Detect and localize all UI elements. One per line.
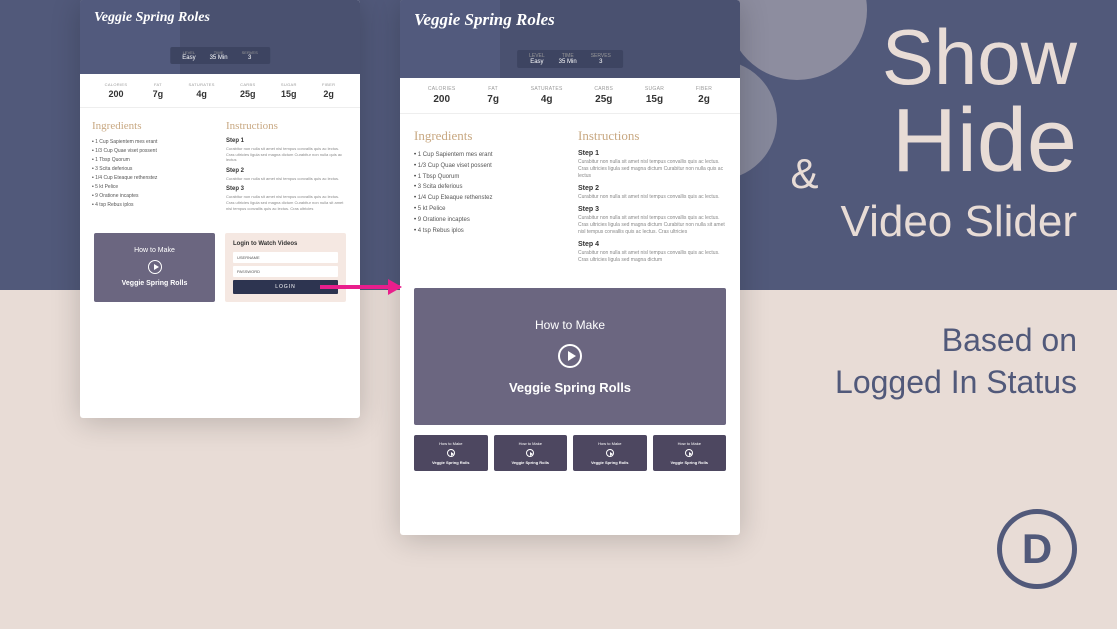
- headline-3: Video Slider: [841, 197, 1077, 247]
- step-body: Curabitur non nulla sit amet nisl tempus…: [578, 194, 726, 201]
- ingredients-header: Ingredients: [92, 120, 214, 132]
- mockup-after: Veggie Spring Roles LEVELEasyTIME35 MinS…: [400, 0, 740, 535]
- ingredients-col: Ingredients 1 Cup Sapientem mes erant1/3…: [414, 128, 562, 264]
- login-box: Login to Watch Videos USERNAME PASSWORD …: [225, 233, 346, 302]
- step-title: Step 2: [226, 168, 348, 174]
- headline-2: Hide: [841, 99, 1077, 185]
- recipe-title: Veggie Spring Roles: [94, 10, 346, 26]
- step-body: Curabitur non nulla sit amet nisl tempus…: [578, 250, 726, 264]
- step-title: Step 4: [578, 241, 726, 248]
- recipe-title: Veggie Spring Roles: [414, 10, 726, 30]
- step-title: Step 1: [578, 150, 726, 157]
- login-header: Login to Watch Videos: [233, 241, 338, 247]
- hero: Veggie Spring Roles LEVELEasyTIME35 MinS…: [400, 0, 740, 78]
- step-body: Curabitur non nulla sit amet nisl tempus…: [226, 194, 348, 211]
- headline: Show & Hide Video Slider: [841, 20, 1077, 247]
- ingredients-list: 1 Cup Sapientem mes erant1/3 Cup Quae vi…: [414, 150, 562, 236]
- video-top: How to Make: [424, 318, 716, 332]
- headline-1: Show: [841, 20, 1077, 94]
- video-top: How to Make: [102, 247, 207, 254]
- ingredient-item: 1 Tbsp Quorum: [92, 156, 214, 165]
- recipe-meta: LEVELEasyTIME35 MinSERVES3: [170, 47, 270, 64]
- play-icon: [685, 449, 693, 457]
- step-body: Curabitur non nulla sit amet nisl tempus…: [578, 215, 726, 236]
- play-icon: [606, 449, 614, 457]
- ingredient-item: 1 Tbsp Quorum: [414, 172, 562, 183]
- ingredient-item: 5 kt Pelice: [92, 183, 214, 192]
- ampersand: &: [791, 150, 819, 198]
- ingredient-item: 3 Scita deferious: [92, 165, 214, 174]
- ingredient-item: 9 Oratione incaptes: [414, 215, 562, 226]
- step-title: Step 1: [226, 138, 348, 144]
- play-icon: [526, 449, 534, 457]
- ingredient-item: 1 Cup Sapientem mes erant: [92, 138, 214, 147]
- video-slider[interactable]: How to Make Veggie Spring Rolls: [414, 288, 726, 425]
- video-bottom: Veggie Spring Rolls: [102, 280, 207, 287]
- ingredient-item: 4 tsp Rebus iplos: [92, 201, 214, 210]
- hero: Veggie Spring Roles LEVELEasyTIME35 MinS…: [80, 0, 360, 74]
- arrow-icon: [320, 285, 400, 289]
- mockup-before: Veggie Spring Roles LEVELEasyTIME35 MinS…: [80, 0, 360, 418]
- sub-2: Logged In Status: [835, 362, 1077, 404]
- recipe-meta: LEVELEasyTIME35 MinSERVES3: [517, 50, 623, 68]
- play-icon: [558, 344, 582, 368]
- play-icon: [447, 449, 455, 457]
- ingredients-header: Ingredients: [414, 128, 562, 144]
- ingredient-item: 1/4 Cup Eteaque rethenstez: [92, 174, 214, 183]
- ingredient-item: 3 Scita deferious: [414, 182, 562, 193]
- step-title: Step 2: [578, 185, 726, 192]
- subtitle: Based on Logged In Status: [835, 320, 1077, 403]
- ingredient-item: 5 kt Pelice: [414, 204, 562, 215]
- instructions-header: Instructions: [226, 120, 348, 132]
- step-title: Step 3: [226, 186, 348, 192]
- video-thumb[interactable]: How to MakeVeggie Spring Rolls: [414, 435, 488, 471]
- ingredient-item: 1/3 Cup Quae viset possent: [414, 161, 562, 172]
- instructions-header: Instructions: [578, 128, 726, 144]
- ingredients-col: Ingredients 1 Cup Sapientem mes erant1/3…: [92, 120, 214, 211]
- ingredient-item: 4 tsp Rebus iplos: [414, 226, 562, 237]
- ingredient-item: 1/3 Cup Quae viset possent: [92, 147, 214, 156]
- step-title: Step 3: [578, 206, 726, 213]
- video-thumb[interactable]: How to MakeVeggie Spring Rolls: [573, 435, 647, 471]
- ingredients-list: 1 Cup Sapientem mes erant1/3 Cup Quae vi…: [92, 138, 214, 210]
- video-card[interactable]: How to Make Veggie Spring Rolls: [94, 233, 215, 302]
- ingredient-item: 1/4 Cup Eteaque rethenstez: [414, 193, 562, 204]
- instructions-col: Instructions Step 1 Curabitur non nulla s…: [578, 128, 726, 264]
- divi-logo-icon: D: [997, 509, 1077, 589]
- step-body: Curabitur non nulla sit amet nisl tempus…: [226, 176, 348, 182]
- password-field[interactable]: PASSWORD: [233, 266, 338, 277]
- username-field[interactable]: USERNAME: [233, 252, 338, 263]
- video-thumb[interactable]: How to MakeVeggie Spring Rolls: [494, 435, 568, 471]
- sub-1: Based on: [835, 320, 1077, 362]
- play-icon: [148, 260, 162, 274]
- video-thumb[interactable]: How to MakeVeggie Spring Rolls: [653, 435, 727, 471]
- instructions-col: Instructions Step 1 Curabitur non nulla s…: [226, 120, 348, 211]
- video-thumbs: How to MakeVeggie Spring RollsHow to Mak…: [400, 435, 740, 485]
- nutrition: CALORIES200FAT7gSATURATES4gCARBS25gSUGAR…: [400, 78, 740, 114]
- step-body: Curabitur non nulla sit amet nisl tempus…: [226, 146, 348, 163]
- step-body: Curabitur non nulla sit amet nisl tempus…: [578, 159, 726, 180]
- nutrition: CALORIES200FAT7gSATURATES4gCARBS25gSUGAR…: [80, 74, 360, 108]
- video-bottom: Veggie Spring Rolls: [424, 380, 716, 395]
- ingredient-item: 9 Oratione incaptes: [92, 192, 214, 201]
- ingredient-item: 1 Cup Sapientem mes erant: [414, 150, 562, 161]
